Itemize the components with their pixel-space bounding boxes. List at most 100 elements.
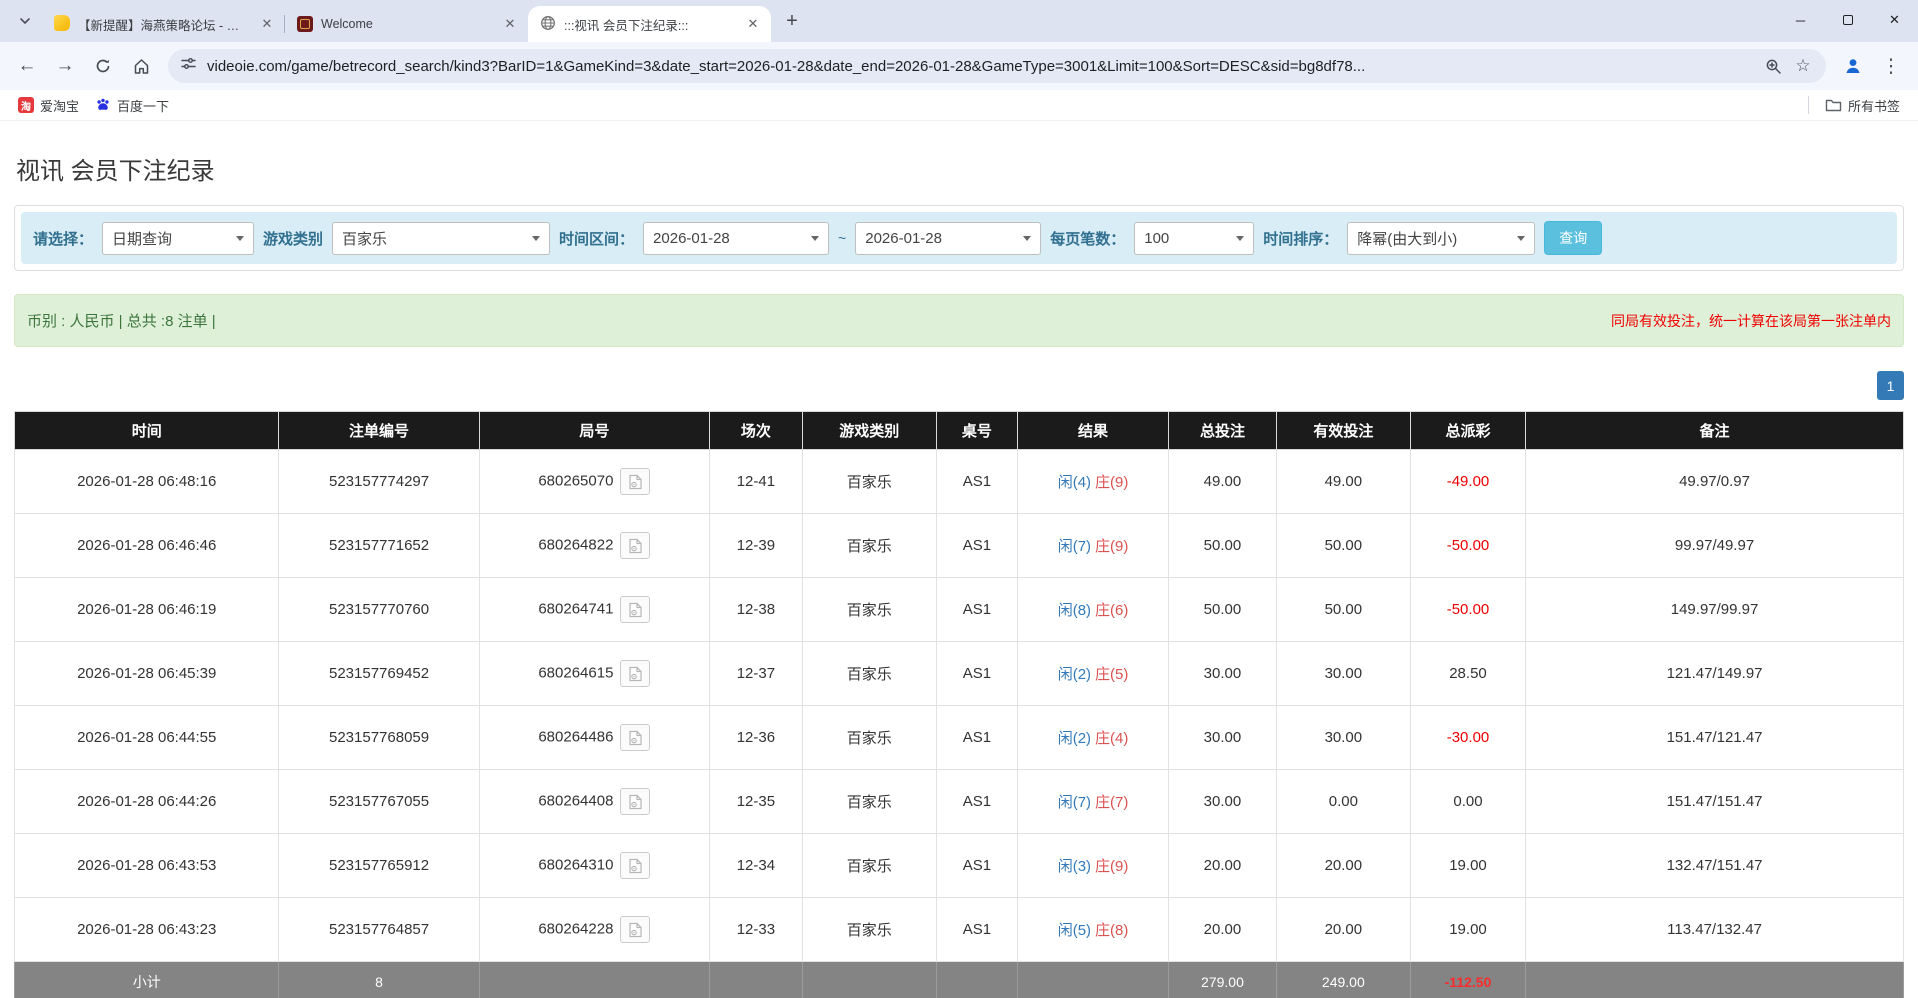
cell-table: AS1 (935, 513, 1019, 578)
caret-down-icon (1236, 235, 1245, 241)
address-bar[interactable]: videoie.com/game/betrecord_search/kind3?… (168, 49, 1826, 83)
page-1-button[interactable]: 1 (1877, 371, 1904, 400)
site-settings-icon[interactable] (180, 55, 197, 77)
all-bookmarks-button[interactable]: 所有书签 (1817, 93, 1908, 118)
browser-tab[interactable]: 【新提醒】海燕策略论坛 - 综合 ✕ (42, 6, 285, 42)
video-record-button[interactable] (620, 724, 651, 751)
per-page-dropdown[interactable]: 100 (1134, 221, 1255, 255)
caret-down-icon (811, 235, 820, 241)
video-record-button[interactable] (620, 852, 651, 879)
sum-label: 小计 (13, 961, 280, 998)
home-button[interactable] (124, 49, 158, 83)
round-number: 680264615 (538, 664, 614, 682)
cell-valid-bet: 50.00 (1275, 513, 1411, 578)
cell-total-bet: 30.00 (1168, 641, 1277, 706)
video-record-icon (629, 922, 642, 937)
video-record-button[interactable] (620, 916, 651, 943)
minimize-button[interactable]: ─ (1777, 0, 1824, 40)
game-kind-dropdown[interactable]: 百家乐 (332, 221, 551, 255)
cell-total-bet: 20.00 (1168, 897, 1277, 962)
url-text[interactable]: videoie.com/game/betrecord_search/kind3?… (207, 58, 1758, 75)
browser-menu-button[interactable]: ⋮ (1874, 49, 1908, 83)
video-record-icon (629, 730, 642, 745)
video-record-button[interactable] (620, 788, 651, 815)
reload-button[interactable] (86, 49, 120, 83)
time-sort-dropdown[interactable]: 降幂(由大到小) (1347, 221, 1536, 255)
cell-time: 2026-01-28 06:44:26 (13, 769, 280, 834)
cell-total-bet: 50.00 (1168, 513, 1277, 578)
result-player: 闲(3) (1057, 858, 1092, 875)
cell-valid-bet: 20.00 (1275, 897, 1411, 962)
date-end-dropdown[interactable]: 2026-01-28 (855, 221, 1042, 255)
cell-game: 百家乐 (801, 641, 937, 706)
column-header: 注单编号 (278, 411, 480, 450)
cell-table: AS1 (935, 833, 1019, 898)
bookmark-star-icon[interactable]: ☆ (1788, 51, 1818, 81)
bookmark-items: 淘爱淘宝 百度一下 (10, 93, 177, 118)
cell-valid-bet: 30.00 (1275, 705, 1411, 770)
column-header: 局号 (478, 411, 711, 450)
sum-total-bet: 279.00 (1168, 961, 1277, 998)
tab-close-icon[interactable]: ✕ (745, 16, 761, 32)
cell-game: 百家乐 (801, 577, 937, 642)
filter-bar: 请选择： 日期查询 游戏类别 百家乐 时间区间： 2026-01-28 ~ 20… (21, 212, 1897, 264)
search-button[interactable]: 查询 (1544, 221, 1603, 255)
back-button[interactable]: ← (10, 49, 44, 83)
video-record-button[interactable] (620, 660, 651, 687)
page-title: 视讯 会员下注纪录 (16, 158, 215, 185)
sum-empty (478, 961, 711, 998)
window-controls: ─ ✕ (1777, 0, 1918, 40)
cell-remark: 121.47/149.97 (1525, 641, 1904, 706)
cell-payout: 28.50 (1409, 641, 1527, 706)
caret-down-icon (532, 235, 541, 241)
date-range-label: 时间区间： (559, 230, 635, 248)
table-row: 2026-01-28 06:44:55 523157768059 6802644… (13, 705, 1904, 770)
browser-tab[interactable]: Welcome ✕ (284, 6, 528, 42)
maximize-button[interactable] (1824, 0, 1871, 40)
reload-icon (96, 59, 110, 73)
cell-table: AS1 (935, 769, 1019, 834)
column-header: 时间 (13, 411, 280, 450)
cell-round: 680264741 (478, 577, 711, 642)
browser-tab[interactable]: :::视讯 会员下注纪录::: ✕ (528, 6, 771, 42)
tab-search-button[interactable] (8, 4, 42, 38)
video-record-button[interactable] (620, 468, 651, 495)
result-banker: 庄(9) (1095, 474, 1129, 491)
round-number: 680264408 (538, 792, 614, 810)
video-record-button[interactable] (620, 532, 651, 559)
zoom-icon[interactable] (1758, 51, 1788, 81)
cell-session: 12-37 (709, 641, 803, 706)
bookmark-item[interactable]: 淘爱淘宝 (10, 93, 87, 118)
cell-round: 680264228 (478, 897, 711, 962)
cell-game: 百家乐 (801, 769, 937, 834)
close-window-button[interactable]: ✕ (1871, 0, 1918, 40)
bookmark-label: 爱淘宝 (40, 98, 80, 114)
round-number: 680264310 (538, 856, 614, 874)
tab-close-icon[interactable]: ✕ (502, 16, 518, 32)
forward-button[interactable]: → (48, 49, 82, 83)
summary-bar: 币别 : 人民币 | 总共 :8 注单 | 同局有效投注，统一计算在该局第一张注… (14, 294, 1904, 347)
profile-avatar[interactable] (1836, 49, 1870, 83)
cell-session: 12-41 (709, 449, 803, 514)
cell-valid-bet: 0.00 (1275, 769, 1411, 834)
date-start-dropdown[interactable]: 2026-01-28 (643, 221, 830, 255)
cell-payout: 0.00 (1409, 769, 1527, 834)
cell-session: 12-34 (709, 833, 803, 898)
column-header: 总投注 (1168, 411, 1277, 450)
cell-bet-id: 523157769452 (278, 641, 480, 706)
video-record-button[interactable] (620, 596, 651, 623)
cell-round: 680264486 (478, 705, 711, 770)
table-row: 2026-01-28 06:43:23 523157764857 6802642… (13, 897, 1904, 962)
tab-favicon (297, 16, 313, 32)
query-type-dropdown[interactable]: 日期查询 (102, 221, 255, 255)
result-banker: 庄(5) (1095, 666, 1129, 683)
video-record-icon (629, 794, 642, 809)
tab-close-icon[interactable]: ✕ (259, 16, 275, 32)
cell-payout: 19.00 (1409, 897, 1527, 962)
new-tab-button[interactable]: + (777, 6, 807, 36)
round-number: 680264741 (538, 600, 614, 618)
bookmark-item[interactable]: 百度一下 (87, 93, 177, 118)
video-record-icon (629, 474, 642, 489)
tab-favicon (540, 15, 556, 34)
cell-round: 680265070 (478, 449, 711, 514)
